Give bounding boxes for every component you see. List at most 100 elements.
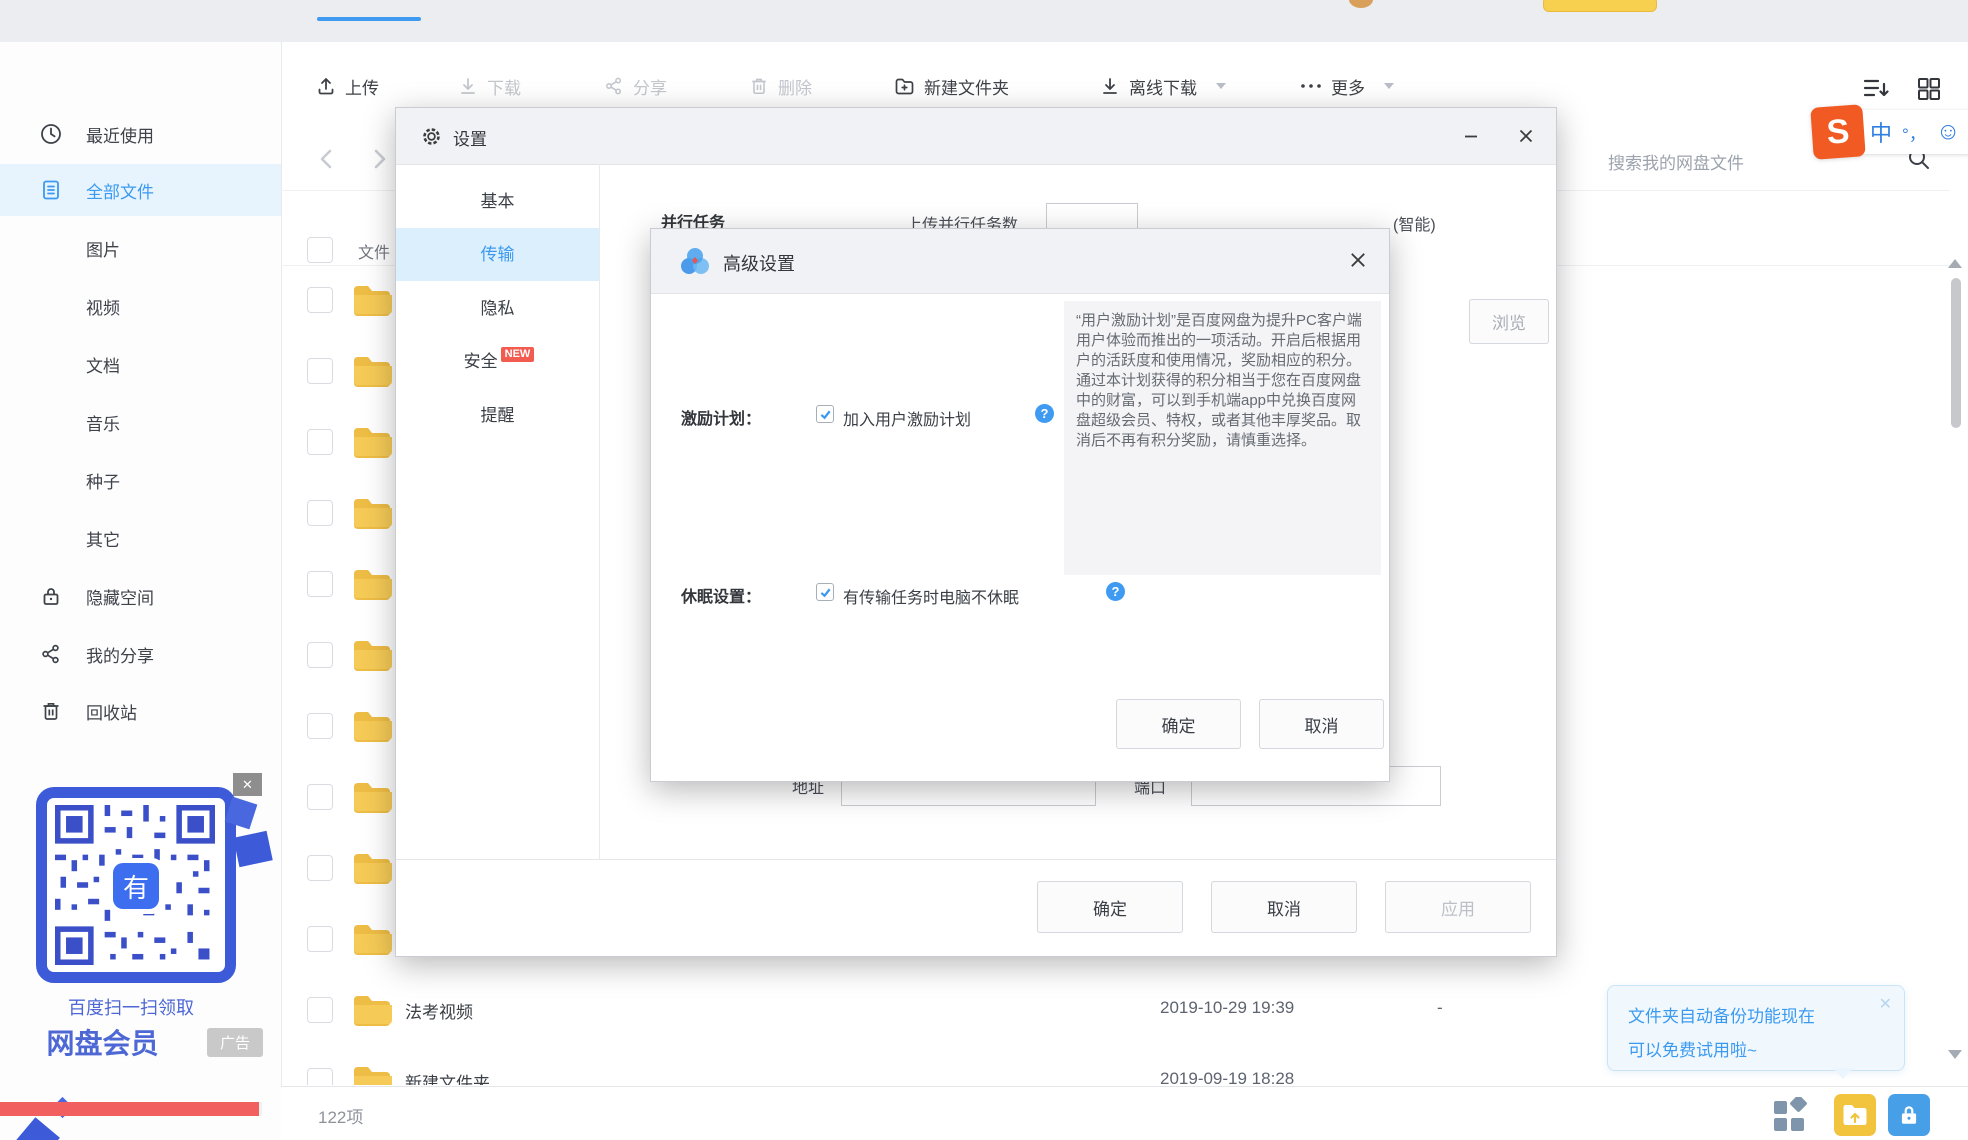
scrollbar-thumb[interactable] bbox=[1951, 278, 1961, 428]
ime-mode-chinese[interactable]: 中 bbox=[1870, 116, 1892, 148]
file-list-header[interactable]: 文件 bbox=[358, 239, 390, 263]
row-checkbox[interactable] bbox=[307, 500, 333, 526]
toast-line2: 可以免费试用啦~ bbox=[1628, 1041, 1757, 1060]
row-checkbox[interactable] bbox=[307, 358, 333, 384]
qr-deco-cube bbox=[16, 1117, 60, 1140]
scroll-down-arrow[interactable] bbox=[1948, 1050, 1962, 1066]
settings-apply-button[interactable]: 应用 bbox=[1385, 881, 1531, 933]
nav-back-button[interactable] bbox=[314, 144, 340, 174]
upload-button[interactable]: 上传 bbox=[316, 66, 379, 106]
incentive-checkbox-label[interactable]: 加入用户激励计划 bbox=[843, 406, 971, 430]
status-bar: 122项 bbox=[281, 1086, 1968, 1140]
new-folder-button[interactable]: 新建文件夹 bbox=[894, 66, 1009, 106]
browse-button[interactable]: 浏览 bbox=[1469, 299, 1549, 344]
sogou-logo: S bbox=[1810, 104, 1866, 160]
toast-close-icon[interactable]: ✕ bbox=[1879, 994, 1892, 1014]
offline-download-icon bbox=[1100, 76, 1120, 96]
settings-title: 设置 bbox=[453, 130, 487, 149]
sort-list-icon[interactable] bbox=[1862, 74, 1890, 102]
file-name[interactable]: 法考视频 bbox=[405, 998, 473, 1023]
tab-basic[interactable]: 基本 bbox=[396, 175, 599, 228]
nav-forward-button[interactable] bbox=[366, 144, 392, 174]
active-tab-indicator bbox=[317, 17, 421, 21]
trash-icon bbox=[40, 700, 62, 722]
window-top-strip bbox=[0, 0, 1968, 42]
ime-emoji-icon[interactable]: ☺ bbox=[1936, 118, 1961, 146]
more-dots-icon bbox=[1300, 82, 1322, 90]
folder-icon bbox=[354, 783, 392, 813]
ad-badge: 广告 bbox=[207, 1028, 263, 1057]
incentive-checkbox[interactable] bbox=[816, 405, 834, 423]
baidu-netdisk-window: 最近使用 全部文件 图片 视频 文档 音乐 种子 其它 隐藏空间 我的分享 回收… bbox=[0, 0, 1968, 1140]
toast-pointer bbox=[1833, 1068, 1853, 1089]
sidebar-item-others[interactable]: 其它 bbox=[0, 512, 281, 564]
row-checkbox[interactable] bbox=[307, 642, 333, 668]
qr-ad-line2: 网盘会员 bbox=[46, 1028, 159, 1059]
row-checkbox[interactable] bbox=[307, 926, 333, 952]
share-icon bbox=[40, 643, 62, 665]
sidebar-item-music[interactable]: 音乐 bbox=[0, 396, 281, 448]
close-icon[interactable] bbox=[1345, 247, 1371, 273]
tab-security[interactable]: 安全 NEW bbox=[396, 335, 599, 388]
sogou-ime-bar[interactable]: S 中 °， ☺ bbox=[1810, 104, 1968, 160]
help-icon[interactable]: ? bbox=[1106, 582, 1125, 601]
sidebar-item-pictures[interactable]: 图片 bbox=[0, 222, 281, 274]
lock-icon bbox=[40, 585, 62, 607]
tab-transfer[interactable]: 传输 bbox=[396, 228, 599, 281]
apps-grid-icon[interactable] bbox=[1772, 1097, 1810, 1135]
row-checkbox[interactable] bbox=[307, 855, 333, 881]
safe-lock-icon[interactable] bbox=[1888, 1094, 1930, 1136]
scroll-up-arrow[interactable] bbox=[1948, 252, 1962, 268]
advanced-title: 高级设置 bbox=[723, 254, 795, 274]
auto-backup-icon[interactable] bbox=[1834, 1094, 1876, 1136]
share-button[interactable]: 分享 bbox=[604, 66, 667, 106]
delete-button[interactable]: 删除 bbox=[749, 66, 812, 106]
toast-line1: 文件夹自动备份功能现在 bbox=[1628, 1007, 1815, 1026]
sleep-checkbox[interactable] bbox=[816, 583, 834, 601]
download-button[interactable]: 下载 bbox=[458, 66, 521, 106]
settings-titlebar[interactable]: 设置 bbox=[396, 108, 1556, 165]
select-all-checkbox[interactable] bbox=[307, 237, 333, 263]
advanced-ok-button[interactable]: 确定 bbox=[1116, 699, 1241, 749]
more-button[interactable]: 更多 bbox=[1300, 66, 1394, 106]
sidebar-item-all-files[interactable]: 全部文件 bbox=[0, 164, 281, 216]
sidebar-item-recycle-bin[interactable]: 回收站 bbox=[0, 685, 281, 737]
offline-download-button[interactable]: 离线下载 bbox=[1100, 66, 1226, 106]
qr-center-logo: 有 bbox=[113, 863, 159, 909]
sidebar-item-my-shares[interactable]: 我的分享 bbox=[0, 628, 281, 680]
row-checkbox[interactable] bbox=[307, 1068, 333, 1085]
row-checkbox[interactable] bbox=[307, 997, 333, 1023]
minimize-icon[interactable] bbox=[1458, 123, 1484, 149]
advanced-titlebar[interactable]: 高级设置 bbox=[651, 229, 1389, 294]
help-icon[interactable]: ? bbox=[1035, 404, 1054, 423]
ime-punctuation[interactable]: °， bbox=[1902, 120, 1926, 145]
check-icon bbox=[820, 410, 831, 419]
settings-ok-button[interactable]: 确定 bbox=[1037, 881, 1183, 933]
cutoff-avatar bbox=[1349, 0, 1373, 8]
sidebar-item-torrents[interactable]: 种子 bbox=[0, 454, 281, 506]
sleep-checkbox-label[interactable]: 有传输任务时电脑不休眠 bbox=[843, 584, 1019, 608]
advanced-settings-dialog: 高级设置 “用户激励计划”是百度网盘为提升PC客户端用户体验而推出的一项活动。开… bbox=[650, 228, 1390, 782]
sidebar-item-documents[interactable]: 文档 bbox=[0, 338, 281, 390]
tab-privacy[interactable]: 隐私 bbox=[396, 282, 599, 335]
folder-icon bbox=[354, 499, 392, 529]
sidebar-item-recent[interactable]: 最近使用 bbox=[0, 108, 281, 160]
file-name[interactable]: 新建文件夹 bbox=[405, 1069, 490, 1085]
close-icon[interactable] bbox=[1513, 123, 1539, 149]
search-input[interactable]: 搜索我的网盘文件 bbox=[1608, 149, 1744, 174]
tab-reminder[interactable]: 提醒 bbox=[396, 389, 599, 442]
advanced-cancel-button[interactable]: 取消 bbox=[1259, 699, 1384, 749]
row-checkbox[interactable] bbox=[307, 287, 333, 313]
backup-toast[interactable]: 文件夹自动备份功能现在 可以免费试用啦~ ✕ bbox=[1607, 985, 1905, 1071]
row-checkbox[interactable] bbox=[307, 571, 333, 597]
row-checkbox[interactable] bbox=[307, 784, 333, 810]
qr-ad-close-button[interactable]: ✕ bbox=[233, 773, 262, 796]
folder-icon bbox=[354, 712, 392, 742]
grid-view-icon[interactable] bbox=[1916, 76, 1942, 102]
sidebar-item-videos[interactable]: 视频 bbox=[0, 280, 281, 332]
folder-icon bbox=[354, 357, 392, 387]
row-checkbox[interactable] bbox=[307, 713, 333, 739]
sidebar-item-hidden-space[interactable]: 隐藏空间 bbox=[0, 570, 281, 622]
row-checkbox[interactable] bbox=[307, 429, 333, 455]
settings-cancel-button[interactable]: 取消 bbox=[1211, 881, 1357, 933]
